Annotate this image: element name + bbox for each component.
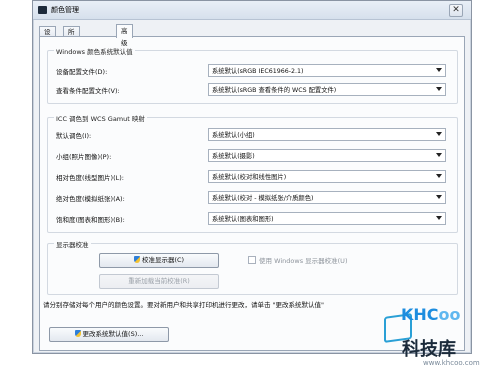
device-profile-label: 设备配置文件(D): <box>56 68 108 76</box>
default-rendering-label: 默认调色(I): <box>56 132 92 140</box>
viewing-profile-value: 系统默认(sRGB 查看条件的 WCS 配置文件) <box>212 87 337 94</box>
change-system-defaults-button[interactable]: 更改系统默认值(S)... <box>49 327 169 342</box>
perceptual-label: 小组(照片图像)(P): <box>56 153 112 161</box>
chevron-down-icon <box>436 87 442 91</box>
icc-mapping-title: ICC 调色到 WCS Gamut 映射 <box>54 113 147 123</box>
chevron-down-icon <box>436 132 442 136</box>
absolute-colorimetric-select[interactable]: 系统默认(校对 - 模拟纸张/介质颜色) <box>208 191 446 204</box>
default-rendering-value: 系统默认(小组) <box>212 132 255 139</box>
watermark-brand: KHCoo <box>401 305 461 324</box>
watermark-brand-suffix: oo <box>438 305 461 324</box>
icc-mapping-group: ICC 调色到 WCS Gamut 映射 默认调色(I): 系统默认(小组) 小… <box>47 113 458 233</box>
watermark-url: www.khcoo.com <box>423 359 480 367</box>
color-management-window: 颜色管理 ✕ 设备 所有配置文件 高级 Windows 颜色系统默认值 设备配置… <box>32 0 472 354</box>
watermark-brand-prefix: KHC <box>401 305 439 324</box>
viewing-profile-label: 查看条件配置文件(V): <box>56 87 120 95</box>
device-profile-value: 系统默认(sRGB IEC61966-2.1) <box>212 68 304 75</box>
saturation-value: 系统默认(图表和图形) <box>212 216 274 223</box>
color-management-icon <box>38 6 47 14</box>
windows-defaults-group: Windows 颜色系统默认值 设备配置文件(D): 系统默认(sRGB IEC… <box>47 46 458 104</box>
perceptual-value: 系统默认(摄影) <box>212 153 255 160</box>
reload-calibration-button[interactable]: 重新加载当前校准(R) <box>99 274 219 289</box>
close-button[interactable]: ✕ <box>449 4 463 17</box>
info-text: 请分别存储对每个用户的颜色设置。要对新用户和共享打印机进行更改，请单击 "更改系… <box>43 301 325 309</box>
viewing-profile-select[interactable]: 系统默认(sRGB 查看条件的 WCS 配置文件) <box>208 83 446 96</box>
tab-advanced[interactable]: 高级 <box>116 24 133 47</box>
calibrate-display-label: 校准显示器(C) <box>141 256 185 264</box>
relative-colorimetric-select[interactable]: 系统默认(校对和线性图片) <box>208 170 446 183</box>
uac-shield-icon <box>74 330 81 337</box>
chevron-down-icon <box>436 174 442 178</box>
title-bar: 颜色管理 ✕ <box>33 1 471 20</box>
saturation-label: 饱和度(图表和图形)(B): <box>56 216 125 224</box>
saturation-select[interactable]: 系统默认(图表和图形) <box>208 212 446 225</box>
relative-colorimetric-value: 系统默认(校对和线性图片) <box>212 174 287 181</box>
relative-colorimetric-label: 相对色度(线型图片)(L): <box>56 174 124 182</box>
calibrate-display-button[interactable]: 校准显示器(C) <box>99 253 219 268</box>
chevron-down-icon <box>436 153 442 157</box>
display-calibration-title: 显示器校准 <box>54 239 91 249</box>
use-windows-calibration-checkbox[interactable] <box>248 256 256 264</box>
absolute-colorimetric-value: 系统默认(校对 - 模拟纸张/介质颜色) <box>212 195 314 202</box>
chevron-down-icon <box>436 195 442 199</box>
use-windows-calibration-label: 使用 Windows 显示器校准(U) <box>259 257 348 265</box>
default-rendering-select[interactable]: 系统默认(小组) <box>208 128 446 141</box>
display-calibration-group: 显示器校准 校准显示器(C) 重新加载当前校准(R) 使用 Windows 显示… <box>47 239 458 295</box>
absolute-colorimetric-label: 绝对色度(模拟纸张)(A): <box>56 195 125 203</box>
change-system-defaults-label: 更改系统默认值(S)... <box>82 330 144 338</box>
perceptual-select[interactable]: 系统默认(摄影) <box>208 149 446 162</box>
watermark-name: 科技库 <box>402 339 456 360</box>
window-title: 颜色管理 <box>51 6 79 14</box>
uac-shield-icon <box>133 256 140 263</box>
chevron-down-icon <box>436 216 442 220</box>
device-profile-select[interactable]: 系统默认(sRGB IEC61966-2.1) <box>208 64 446 77</box>
chevron-down-icon <box>436 68 442 72</box>
tab-panel-advanced: Windows 颜色系统默认值 设备配置文件(D): 系统默认(sRGB IEC… <box>39 36 465 351</box>
